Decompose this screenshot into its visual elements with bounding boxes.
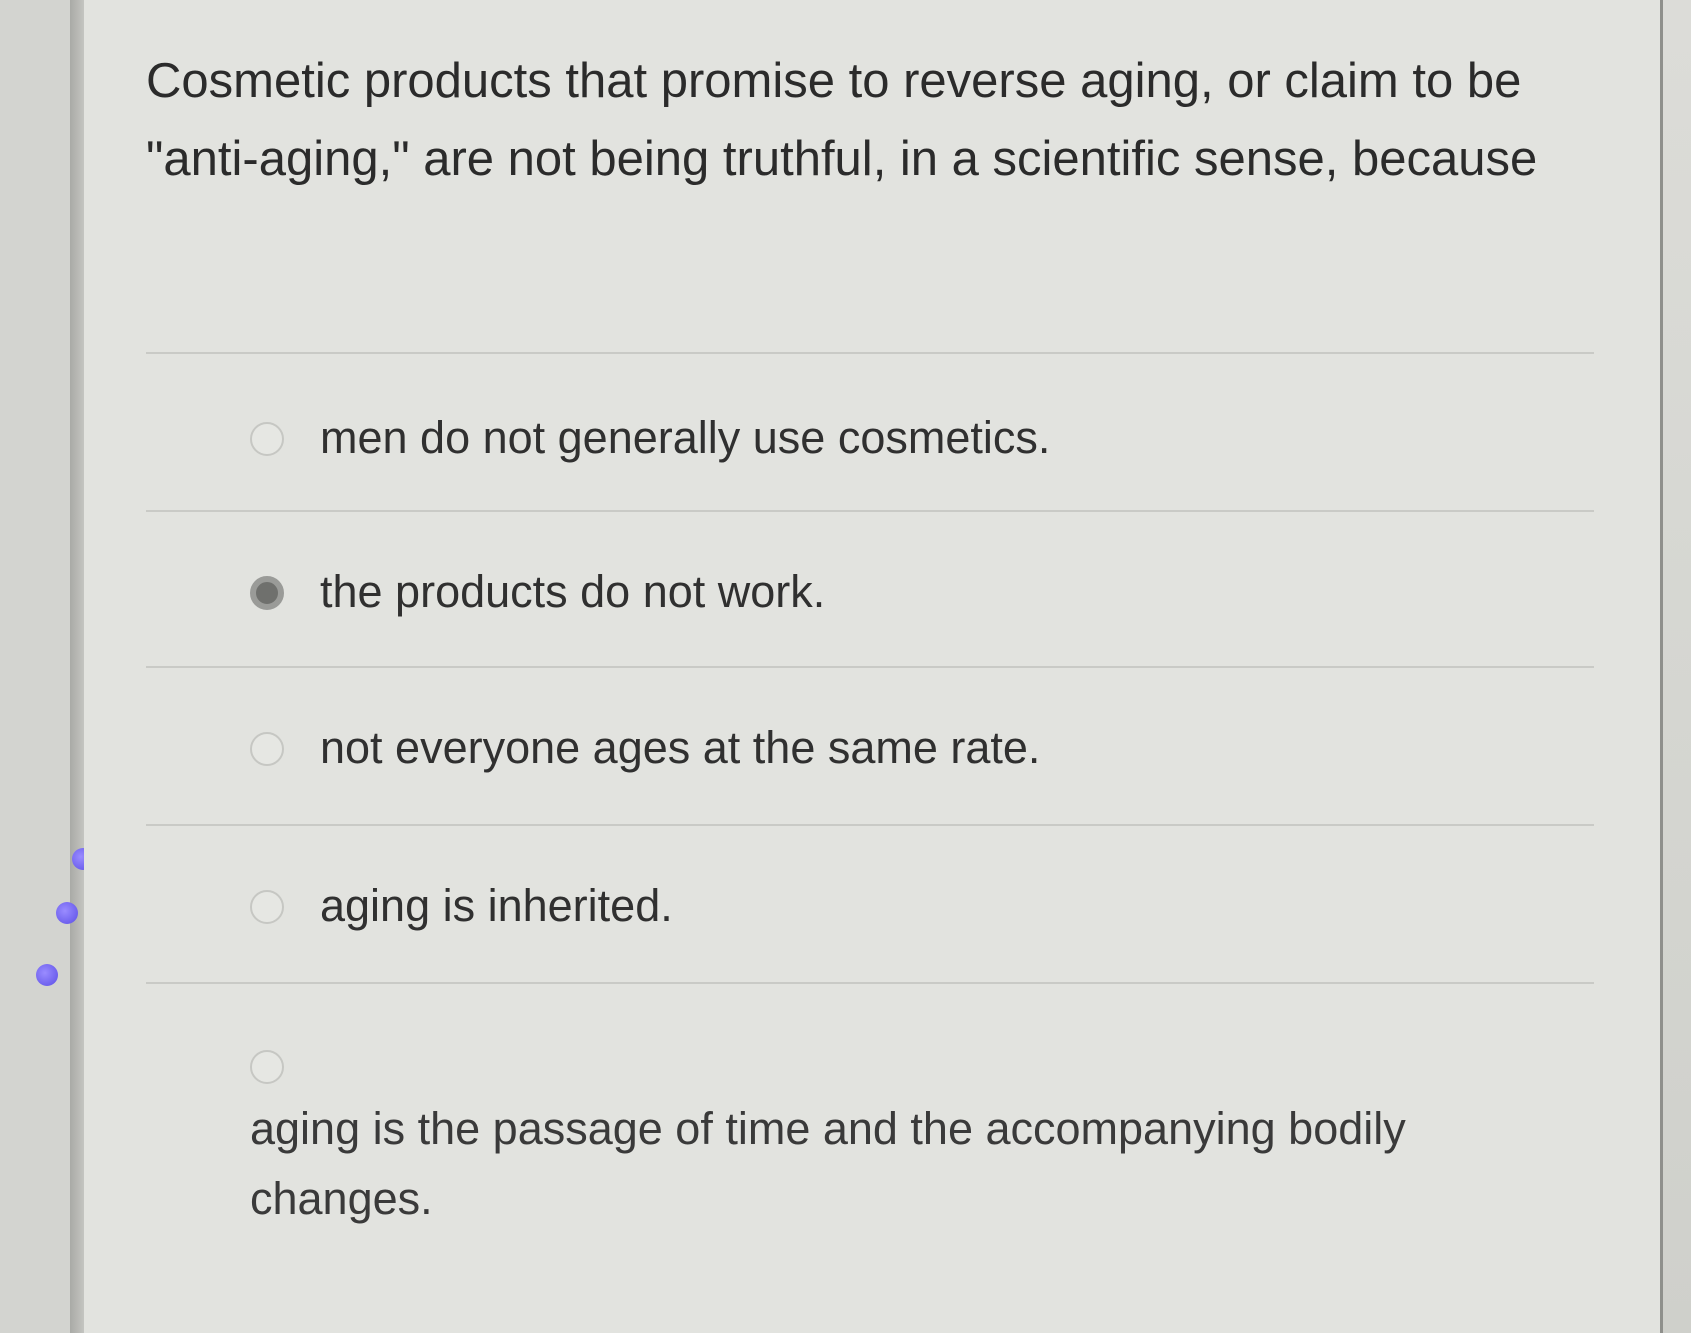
divider (146, 510, 1594, 512)
option-label[interactable]: men do not generally use cosmetics. (320, 412, 1050, 464)
divider (146, 824, 1594, 826)
answer-option[interactable]: the products do not work. (146, 518, 1594, 668)
radio-button[interactable] (250, 1050, 284, 1084)
answer-option[interactable]: men do not generally use cosmetics. (146, 360, 1594, 510)
answer-option[interactable]: aging is the passage of time and the acc… (146, 990, 1594, 1230)
screen-glare-dot (56, 902, 78, 924)
divider (146, 352, 1594, 354)
radio-button[interactable] (250, 422, 284, 456)
answer-option[interactable]: aging is inherited. (146, 832, 1594, 982)
screen: Cosmetic products that promise to revers… (0, 0, 1691, 1333)
divider (146, 666, 1594, 668)
screen-glare-dot (36, 964, 58, 986)
divider (146, 982, 1594, 984)
left-gutter (0, 0, 80, 1333)
radio-button[interactable] (250, 890, 284, 924)
radio-button-selected[interactable] (250, 576, 284, 610)
question-text: Cosmetic products that promise to revers… (146, 54, 1538, 186)
option-label[interactable]: aging is inherited. (320, 880, 673, 932)
left-border-bar (70, 0, 84, 1333)
radio-button[interactable] (250, 732, 284, 766)
answer-option[interactable]: not everyone ages at the same rate. (146, 674, 1594, 824)
option-label[interactable]: aging is the passage of time and the acc… (250, 1094, 1450, 1234)
option-label[interactable]: not everyone ages at the same rate. (320, 722, 1040, 774)
option-label[interactable]: the products do not work. (320, 566, 825, 618)
